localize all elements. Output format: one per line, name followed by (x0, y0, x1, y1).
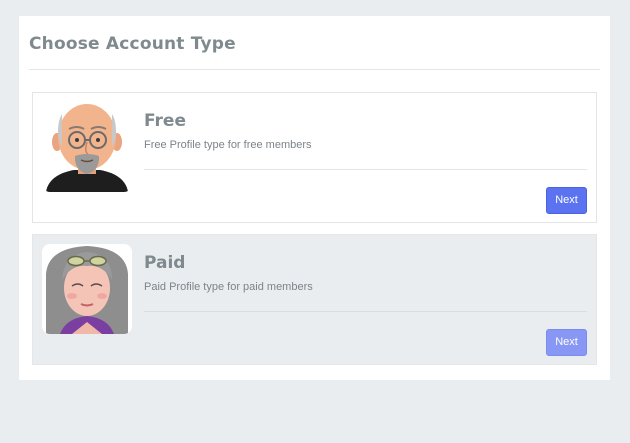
account-name: Paid (144, 253, 186, 273)
account-type-panel: Choose Account Type Free Free Profile ty… (19, 16, 610, 380)
gray-haired-woman-avatar-icon (42, 244, 132, 334)
account-card-paid: Paid Paid Profile type for paid members … (32, 234, 597, 365)
next-button-paid[interactable]: Next (546, 329, 587, 356)
card-divider (144, 169, 587, 170)
account-description: Paid Profile type for paid members (144, 281, 313, 293)
panel-title: Choose Account Type (29, 34, 236, 54)
title-divider (29, 69, 600, 70)
next-button-free[interactable]: Next (546, 187, 587, 214)
card-divider (144, 311, 587, 312)
account-card-free: Free Free Profile type for free members … (32, 92, 597, 223)
account-description: Free Profile type for free members (144, 139, 312, 151)
bald-man-avatar-icon (42, 102, 132, 192)
account-name: Free (144, 111, 186, 131)
